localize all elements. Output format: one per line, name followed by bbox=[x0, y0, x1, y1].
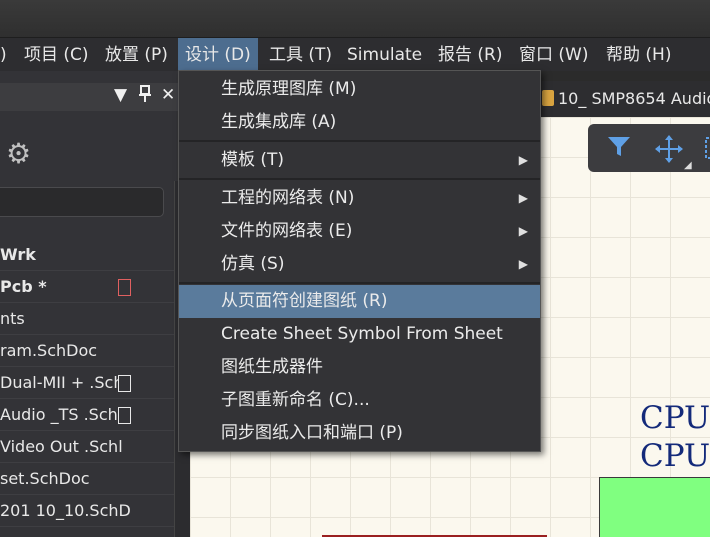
menu-item-label: 仿真 (S) bbox=[221, 254, 285, 274]
menu-item-rename-child-sheet[interactable]: 子图重新命名 (C)... bbox=[179, 384, 540, 417]
menu-item-create-sheet-symbol-from-sheet[interactable]: Create Sheet Symbol From Sheet bbox=[179, 318, 540, 351]
document-tab[interactable]: 10_ SMP8654 Audio bbox=[558, 89, 710, 108]
tree-item-label: nts bbox=[0, 309, 25, 328]
net-label-cpu[interactable]: CPU bbox=[640, 438, 710, 474]
tree-item-schdoc[interactable]: ram.SchDoc bbox=[0, 335, 174, 367]
menu-item-label: 模板 (T) bbox=[221, 150, 285, 170]
menu-item-sync-sheet-entries-ports[interactable]: 同步图纸入口和端口 (P) bbox=[179, 417, 540, 450]
menu-tools[interactable]: 工具 (T) bbox=[269, 38, 332, 71]
menu-item-label: 生成集成库 (A) bbox=[221, 112, 337, 132]
menu-view-truncated[interactable]: ) bbox=[0, 38, 7, 71]
select-box-icon[interactable] bbox=[704, 134, 710, 168]
net-label-cpu[interactable]: CPU bbox=[640, 400, 710, 436]
chevron-down-icon[interactable]: ▼ bbox=[114, 85, 127, 105]
menu-help[interactable]: 帮助 (H) bbox=[606, 38, 671, 71]
menu-item-label: 文件的网络表 (E) bbox=[221, 221, 353, 241]
menu-reports[interactable]: 报告 (R) bbox=[438, 38, 502, 71]
menu-item-netlist-for-project[interactable]: 工程的网络表 (N) ▶ bbox=[179, 182, 540, 215]
menu-item-templates[interactable]: 模板 (T) ▶ bbox=[179, 144, 540, 177]
menu-item-label: 图纸生成器件 bbox=[221, 357, 323, 377]
doc-icon bbox=[118, 407, 131, 424]
menu-item-label: 同步图纸入口和端口 (P) bbox=[221, 423, 403, 443]
tree-item-schdoc[interactable]: set.SchDoc bbox=[0, 463, 174, 495]
filter-icon[interactable] bbox=[606, 134, 632, 166]
projects-panel: ▼ ✕ ⚙ Wrk Pcb * nts ram.SchDoc Dual-MII … bbox=[0, 71, 190, 537]
menu-item-make-integrated-library[interactable]: 生成集成库 (A) bbox=[179, 106, 540, 139]
schematic-doc-icon bbox=[542, 90, 554, 106]
menu-item-label: 子图重新命名 (C)... bbox=[221, 390, 370, 410]
tree-item-folder[interactable]: nts bbox=[0, 303, 174, 335]
design-menu-dropdown: 生成原理图库 (M) 生成集成库 (A) 模板 (T) ▶ 工程的网络表 (N) ▶… bbox=[178, 70, 541, 452]
tree-item-label: Pcb * bbox=[0, 277, 47, 296]
menu-design[interactable]: 设计 (D) bbox=[178, 38, 258, 71]
tree-item-schdoc[interactable]: Dual-MII + .Sch bbox=[0, 367, 174, 399]
menu-item-netlist-for-document[interactable]: 文件的网络表 (E) ▶ bbox=[179, 215, 540, 248]
doc-icon bbox=[118, 375, 131, 392]
tree-item-schdoc[interactable]: Video Out .Schl bbox=[0, 431, 174, 463]
tree-item-label: Audio _TS .SchD bbox=[0, 405, 131, 424]
sheet-symbol[interactable] bbox=[599, 477, 710, 537]
tree-item-label: Wrk bbox=[0, 245, 36, 264]
menu-item-label: 工程的网络表 (N) bbox=[221, 188, 355, 208]
tree-item-label: Dual-MII + .Sch bbox=[0, 373, 124, 392]
tree-item-label: Video Out .Schl bbox=[0, 437, 123, 456]
tree-item-label: ram.SchDoc bbox=[0, 341, 98, 360]
move-icon[interactable] bbox=[654, 134, 684, 170]
project-tree: Wrk Pcb * nts ram.SchDoc Dual-MII + .Sch… bbox=[0, 239, 174, 527]
submenu-arrow-icon: ▶ bbox=[518, 257, 528, 271]
submenu-arrow-icon: ▶ bbox=[518, 191, 528, 205]
menu-simulate[interactable]: Simulate bbox=[347, 38, 422, 71]
menu-window[interactable]: 窗口 (W) bbox=[519, 38, 588, 71]
document-tab-bar: 10_ SMP8654 Audio bbox=[540, 81, 710, 117]
active-bar-toolbar: ◢ bbox=[588, 124, 710, 172]
menu-place[interactable]: 放置 (P) bbox=[105, 38, 168, 71]
tree-item-workspace[interactable]: Wrk bbox=[0, 239, 174, 271]
submenu-arrow-icon: ▶ bbox=[518, 153, 528, 167]
menu-item-simulate[interactable]: 仿真 (S) ▶ bbox=[179, 248, 540, 281]
submenu-arrow-icon: ▶ bbox=[518, 224, 528, 238]
panel-search-input[interactable] bbox=[0, 187, 164, 217]
title-bar bbox=[0, 0, 710, 38]
menu-item-make-schematic-library[interactable]: 生成原理图库 (M) bbox=[179, 73, 540, 106]
menu-item-label: 生成原理图库 (M) bbox=[221, 79, 357, 99]
menu-item-label: 从页面符创建图纸 (R) bbox=[221, 291, 388, 311]
menu-project[interactable]: 项目 (C) bbox=[24, 38, 89, 71]
gear-icon[interactable]: ⚙ bbox=[6, 137, 31, 170]
tree-item-schdoc[interactable]: 201 10_10.SchD bbox=[0, 495, 174, 527]
tree-item-project[interactable]: Pcb * bbox=[0, 271, 174, 303]
dropdown-corner-icon[interactable]: ◢ bbox=[684, 160, 692, 171]
menu-separator bbox=[179, 140, 540, 142]
pcb-doc-icon bbox=[118, 279, 131, 296]
menu-bar: ) 项目 (C) 放置 (P) 设计 (D) 工具 (T) Simulate 报… bbox=[0, 38, 710, 71]
pin-icon[interactable] bbox=[138, 85, 152, 108]
tree-item-label: 201 10_10.SchD bbox=[0, 501, 131, 520]
tree-item-label: set.SchDoc bbox=[0, 469, 90, 488]
menu-separator bbox=[179, 282, 540, 284]
menu-item-create-component-from-sheet[interactable]: 图纸生成器件 bbox=[179, 351, 540, 384]
menu-item-label: Create Sheet Symbol From Sheet bbox=[221, 324, 503, 344]
tree-item-schdoc[interactable]: Audio _TS .SchD bbox=[0, 399, 174, 431]
menu-separator bbox=[179, 178, 540, 180]
close-icon[interactable]: ✕ bbox=[161, 85, 175, 105]
menu-item-create-sheet-from-symbol[interactable]: 从页面符创建图纸 (R) bbox=[179, 285, 540, 318]
